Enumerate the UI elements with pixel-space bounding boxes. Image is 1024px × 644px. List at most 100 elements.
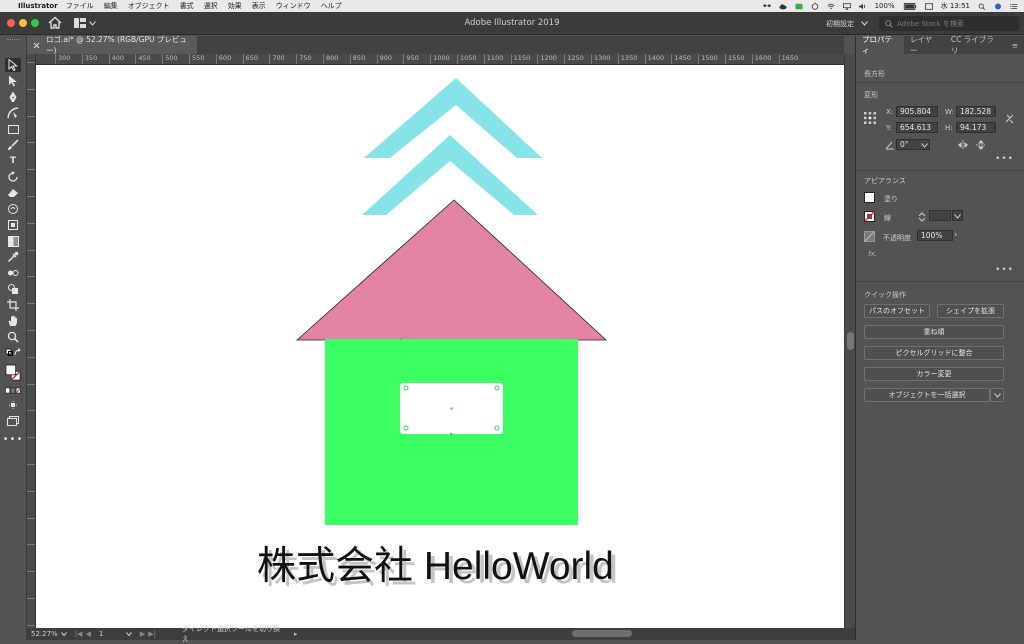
next-artboard-icon[interactable]: ▶	[140, 630, 145, 638]
color-mode-buttons[interactable]	[5, 386, 21, 394]
direct-selection-tool[interactable]	[5, 74, 21, 88]
select-same-button[interactable]: オブジェクトを一括選択	[864, 388, 990, 402]
tab-properties[interactable]: プロパティ	[856, 35, 904, 55]
anchor-point[interactable]	[399, 337, 403, 341]
first-artboard-icon[interactable]: |◀	[75, 630, 83, 638]
menu-file[interactable]: ファイル	[66, 1, 94, 11]
artboard-tool[interactable]	[5, 298, 21, 312]
x-position-field[interactable]: 905.804	[896, 106, 938, 117]
workspace-switcher[interactable]: 初期設定	[822, 17, 872, 30]
notification-center-icon[interactable]	[1010, 3, 1018, 10]
menu-window[interactable]: ウィンドウ	[276, 1, 311, 11]
artboard-number-field[interactable]: 1	[95, 630, 136, 638]
chevron-down-icon[interactable]	[921, 143, 928, 148]
prev-artboard-icon[interactable]: ◀	[85, 630, 90, 638]
adobe-stock-search[interactable]: Adobe Stock を検索	[879, 16, 1019, 31]
default-colors-button[interactable]	[5, 347, 21, 357]
expand-shape-button[interactable]: シェイプを拡張	[937, 304, 1004, 318]
menu-type[interactable]: 書式	[180, 1, 194, 11]
warp-tool[interactable]	[5, 202, 21, 216]
flip-vertical-icon[interactable]	[975, 139, 987, 151]
draw-mode-button[interactable]	[5, 398, 21, 412]
fill-stroke-swatches[interactable]	[5, 362, 21, 384]
opacity-expand-icon[interactable]: ›	[954, 230, 957, 239]
edit-toolbar-button[interactable]: •••	[3, 432, 23, 446]
spotlight-icon[interactable]	[978, 3, 986, 10]
dropbox-icon[interactable]	[762, 3, 771, 10]
panel-grip[interactable]	[7, 39, 19, 41]
selection-tool[interactable]	[5, 58, 21, 72]
width-field[interactable]: 182.528	[956, 106, 996, 117]
line-app-icon[interactable]	[794, 3, 803, 10]
rotate-tool[interactable]	[5, 170, 21, 184]
eyedropper-tool[interactable]	[5, 250, 21, 264]
arrange-documents-button[interactable]	[74, 17, 100, 29]
artboard-nav-prev[interactable]: |◀ ◀	[71, 630, 95, 638]
type-tool[interactable]: T	[5, 154, 21, 168]
menu-effect[interactable]: 効果	[228, 1, 242, 11]
last-artboard-icon[interactable]: ▶|	[148, 630, 156, 638]
select-same-dropdown[interactable]	[990, 388, 1004, 402]
minimize-window-button[interactable]	[19, 19, 27, 27]
offset-path-button[interactable]: パスのオフセット	[864, 304, 930, 318]
shape-builder-tool[interactable]	[5, 282, 21, 296]
document-tab[interactable]: ロゴ.ai* @ 52.27% (RGB/GPU プレビュー)	[27, 35, 197, 55]
hand-tool[interactable]	[5, 314, 21, 328]
input-method-icon[interactable]	[924, 2, 933, 10]
menu-object[interactable]: オブジェクト	[128, 1, 170, 11]
home-icon[interactable]	[48, 16, 62, 30]
close-window-button[interactable]	[7, 19, 15, 27]
align-to-pixel-grid-button[interactable]: ピクセルグリッドに整合	[864, 346, 1004, 360]
zoom-field[interactable]: 52.27%	[27, 630, 71, 638]
company-name-text[interactable]: 株式会社 HelloWorld	[257, 545, 614, 588]
vertical-ruler[interactable]	[27, 54, 36, 628]
blend-tool[interactable]	[5, 266, 21, 280]
stroke-weight-field[interactable]	[929, 210, 951, 221]
constrain-proportions-icon[interactable]	[1004, 113, 1016, 125]
flip-horizontal-icon[interactable]	[957, 139, 969, 151]
more-transform-options-icon[interactable]: •••	[995, 154, 1014, 164]
user-icon[interactable]	[994, 2, 1002, 10]
reference-point-icon[interactable]	[863, 111, 877, 125]
vertical-scroll-thumb[interactable]	[847, 332, 854, 350]
free-transform-tool[interactable]	[5, 218, 21, 232]
screen-mode-button[interactable]	[5, 414, 21, 428]
fill-swatch[interactable]	[864, 192, 875, 203]
anchor-point[interactable]	[449, 432, 453, 436]
horizontal-scroll-thumb[interactable]	[572, 630, 632, 637]
artboard-nav-next[interactable]: ▶ ▶|	[136, 630, 160, 638]
stroke-weight-stepper-icon[interactable]	[918, 212, 926, 222]
volume-icon[interactable]	[858, 3, 867, 10]
tab-cc-libraries[interactable]: CC ライブラリ	[945, 35, 1006, 55]
eraser-tool[interactable]	[5, 186, 21, 200]
y-position-field[interactable]: 654.613	[896, 122, 938, 133]
opacity-icon[interactable]	[864, 231, 875, 242]
battery-icon[interactable]	[903, 2, 917, 10]
close-tab-icon[interactable]	[33, 42, 40, 49]
menu-help[interactable]: ヘルプ	[321, 1, 342, 11]
roof-triangle-shape[interactable]	[295, 199, 608, 341]
horizontal-ruler[interactable]: 300 350 400 450 500 550 600 650 700 750 800 850 900 9…	[36, 54, 844, 65]
zoom-tool[interactable]	[5, 330, 21, 344]
zoom-window-button[interactable]	[31, 19, 39, 27]
gradient-tool[interactable]	[5, 234, 21, 248]
more-appearance-options-icon[interactable]: •••	[995, 265, 1014, 275]
artwork[interactable]: 株式会社 HelloWorld 株式会社 HelloWorld	[36, 65, 844, 628]
tab-layers[interactable]: レイヤー	[904, 35, 945, 55]
stroke-swatch[interactable]	[864, 211, 875, 222]
arrange-button[interactable]: 重ね順	[864, 325, 1004, 339]
stroke-weight-dropdown[interactable]	[952, 210, 963, 221]
app-status-icon[interactable]	[811, 2, 819, 10]
height-field[interactable]: 94.173	[956, 122, 996, 133]
vertical-scrollbar[interactable]	[844, 54, 855, 628]
airplay-icon[interactable]	[842, 2, 851, 10]
curvature-tool[interactable]	[5, 106, 21, 120]
menu-select[interactable]: 選択	[204, 1, 218, 11]
pen-tool[interactable]	[5, 90, 21, 104]
fx-effects-button[interactable]: fx.	[868, 250, 877, 258]
artboard-canvas[interactable]: 株式会社 HelloWorld 株式会社 HelloWorld	[36, 65, 844, 628]
menu-edit[interactable]: 編集	[104, 1, 118, 11]
status-menu-arrow-icon[interactable]: ▸	[294, 630, 298, 638]
opacity-field[interactable]: 100%	[917, 230, 953, 241]
clock[interactable]: 水 13:51	[941, 1, 970, 11]
